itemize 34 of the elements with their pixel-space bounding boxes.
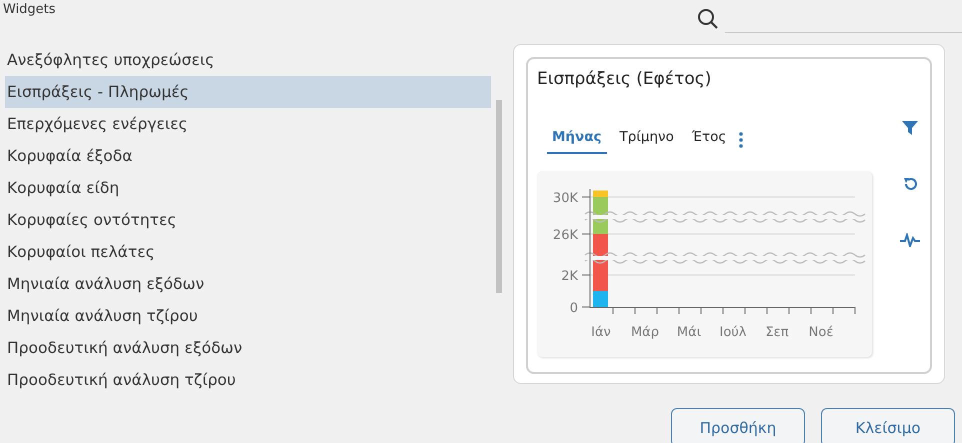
axis-label: Ιάν (591, 325, 611, 340)
period-tab[interactable]: Τρίμηνο (614, 125, 679, 154)
widget-list-item[interactable]: Μηνιαία ανάλυση τζίρου (5, 300, 491, 332)
widget-list-item[interactable]: Κορυφαία έξοδα (5, 140, 491, 172)
widget-list-item[interactable]: Κορυφαίοι πελάτες (5, 236, 491, 268)
widget-list-item[interactable]: Εισπράξεις - Πληρωμές (5, 76, 491, 108)
pulse-icon[interactable] (900, 233, 920, 247)
axis-label: 26K (552, 228, 578, 243)
widget-list-item[interactable]: Προοδευτική ανάλυση τζίρου (5, 364, 491, 396)
scrollbar[interactable] (496, 100, 502, 293)
widget-list-item[interactable]: Ανεξόφλητες υποχρεώσεις (5, 44, 491, 76)
dialog-button[interactable]: Προσθήκη (671, 408, 805, 443)
more-icon[interactable] (739, 132, 744, 148)
widget-list-item[interactable]: Προοδευτική ανάλυση εξόδων (5, 332, 491, 364)
undo-icon[interactable] (903, 177, 917, 191)
window-title: Widgets (3, 2, 56, 18)
axis-label: Μάρ (630, 325, 660, 340)
axis-label: 30K (552, 191, 578, 206)
axis-label: 0 (570, 301, 578, 316)
axis-label: Μάι (676, 325, 702, 340)
axis-label: Νοέ (808, 325, 834, 340)
widget-list-item[interactable]: Κορυφαία είδη (5, 172, 491, 204)
period-tab[interactable]: Έτος (686, 125, 732, 154)
period-tab[interactable]: Μήνας (547, 125, 607, 154)
widget-list-item[interactable]: Κορυφαίες οντότητες (5, 204, 491, 236)
widget-list-item[interactable]: Μηνιαία ανάλυση εξόδων (5, 268, 491, 300)
axis-label: 2K (561, 269, 578, 284)
filter-icon[interactable] (902, 121, 918, 135)
search-icon[interactable] (697, 8, 719, 30)
dialog-button[interactable]: Κλείσιμο (821, 408, 955, 443)
axis-label: Σεπ (765, 325, 789, 340)
widget-list-item[interactable]: Επερχόμενες ενέργειες (5, 108, 491, 140)
widget-title: Εισπράξεις (Εφέτος) (537, 69, 712, 91)
axis-label: Ιούλ (720, 325, 746, 340)
